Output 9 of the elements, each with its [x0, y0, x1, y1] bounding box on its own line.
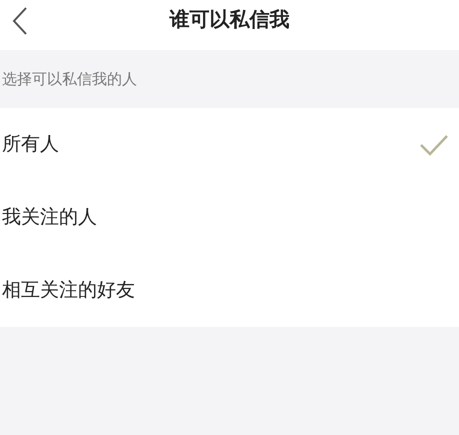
option-row[interactable]: 相互关注的好友 [0, 254, 459, 327]
option-label: 所有人 [2, 132, 59, 158]
option-row[interactable]: 我关注的人 [0, 181, 459, 254]
section-label: 选择可以私信我的人 [2, 68, 137, 90]
back-icon [12, 6, 28, 36]
option-label: 相互关注的好友 [2, 278, 135, 304]
option-row[interactable]: 所有人 [0, 108, 459, 181]
page-title: 谁可以私信我 [170, 6, 290, 33]
option-label: 我关注的人 [2, 205, 97, 230]
